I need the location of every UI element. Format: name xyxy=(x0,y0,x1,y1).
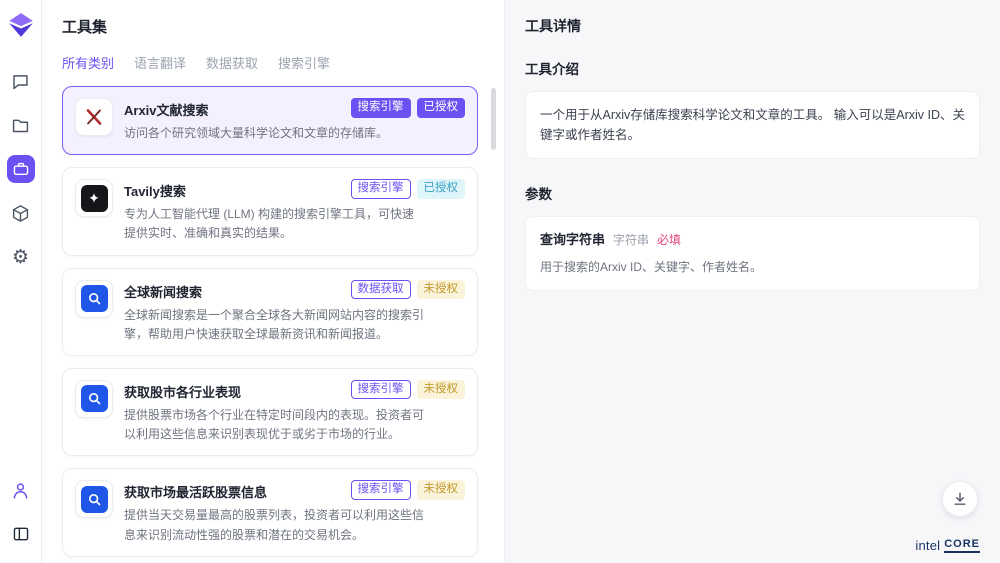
category-badge: 数据获取 xyxy=(351,280,411,300)
tool-name: 获取股市各行业表现 xyxy=(124,380,241,401)
brand-primary: intel xyxy=(915,538,940,553)
auth-status-badge: 已授权 xyxy=(417,98,466,118)
tool-card-arxiv[interactable]: Arxiv文献搜索 搜索引擎 已授权 访问各个研究领域大量科学论文和文章的存储库… xyxy=(62,86,478,155)
tool-name: 获取市场最活跃股票信息 xyxy=(124,480,267,501)
tab-all-categories[interactable]: 所有类别 xyxy=(62,53,114,72)
toolbox-icon[interactable] xyxy=(7,155,35,183)
cube-icon[interactable] xyxy=(7,199,35,227)
tavily-logo-icon: ✦ xyxy=(75,179,113,217)
intro-card: 一个用于从Arxiv存储库搜索科学论文和文章的工具。 输入可以是Arxiv ID… xyxy=(525,91,980,159)
detail-title: 工具详情 xyxy=(525,16,980,36)
tool-card-sector-performance[interactable]: 获取股市各行业表现 搜索引擎 未授权 提供股票市场各个行业在特定时间段内的表现。… xyxy=(62,368,478,456)
auth-status-badge: 未授权 xyxy=(417,280,466,300)
param-required-flag: 必填 xyxy=(657,231,681,250)
intro-heading: 工具介绍 xyxy=(525,58,980,78)
tool-description: 访问各个研究领域大量科学论文和文章的存储库。 xyxy=(124,124,424,143)
tool-card-tavily[interactable]: ✦ Tavily搜索 搜索引擎 已授权 专为人工智能代理 (LLM) 构建的搜索… xyxy=(62,167,478,255)
tool-detail-panel: 工具详情 工具介绍 一个用于从Arxiv存储库搜索科学论文和文章的工具。 输入可… xyxy=(505,0,1000,563)
tool-description: 全球新闻搜索是一个聚合全球各大新闻网站内容的搜索引擎，帮助用户快速获取全球最新资… xyxy=(124,306,424,344)
tool-name: 全球新闻搜索 xyxy=(124,280,202,301)
folder-icon[interactable] xyxy=(7,111,35,139)
auth-status-badge: 未授权 xyxy=(417,480,466,500)
download-button[interactable] xyxy=(942,481,978,517)
news-provider-logo-icon xyxy=(75,280,113,318)
param-card: 查询字符串 字符串 必填 用于搜索的Arxiv ID、关键字、作者姓名。 xyxy=(525,216,980,291)
tool-description: 提供股票市场各个行业在特定时间段内的表现。投资者可以利用这些信息来识别表现优于或… xyxy=(124,406,424,444)
category-badge: 搜索引擎 xyxy=(351,480,411,500)
tab-search-engine[interactable]: 搜索引擎 xyxy=(278,53,330,72)
param-type: 字符串 xyxy=(613,231,649,250)
auth-status-badge: 已授权 xyxy=(417,179,466,199)
intro-text: 一个用于从Arxiv存储库搜索科学论文和文章的工具。 输入可以是Arxiv ID… xyxy=(540,108,965,142)
list-scrollbar-thumb[interactable] xyxy=(491,88,496,150)
tool-list: Arxiv文献搜索 搜索引擎 已授权 访问各个研究领域大量科学论文和文章的存储库… xyxy=(62,86,478,563)
tab-translation[interactable]: 语言翻译 xyxy=(134,53,186,72)
user-profile-icon[interactable] xyxy=(7,476,35,504)
app-logo-icon xyxy=(8,12,34,38)
param-description: 用于搜索的Arxiv ID、关键字、作者姓名。 xyxy=(540,258,965,277)
params-heading: 参数 xyxy=(525,183,980,203)
category-badge: 搜索引擎 xyxy=(351,98,411,118)
tool-description: 专为人工智能代理 (LLM) 构建的搜索引擎工具，可快速提供实时、准确和真实的结… xyxy=(124,205,424,243)
tool-name: Tavily搜索 xyxy=(124,179,186,200)
category-tabs: 所有类别 语言翻译 数据获取 搜索引擎 xyxy=(62,53,478,72)
param-name: 查询字符串 xyxy=(540,230,605,251)
finance-provider-logo-icon xyxy=(75,380,113,418)
arxiv-logo-icon xyxy=(75,98,113,136)
tool-name: Arxiv文献搜索 xyxy=(124,98,209,119)
page-title: 工具集 xyxy=(62,16,478,37)
auth-status-badge: 未授权 xyxy=(417,380,466,400)
tab-data-fetch[interactable]: 数据获取 xyxy=(206,53,258,72)
collapse-panel-icon[interactable] xyxy=(7,520,35,548)
category-badge: 搜索引擎 xyxy=(351,179,411,199)
tool-description: 提供当天交易量最高的股票列表，投资者可以利用这些信息来识别流动性强的股票和潜在的… xyxy=(124,506,424,544)
finance-provider-logo-icon xyxy=(75,480,113,518)
left-rail: ⚙ xyxy=(0,0,42,563)
chat-icon[interactable] xyxy=(7,67,35,95)
intel-core-logo: intel CORE xyxy=(915,538,980,553)
tool-card-active-stocks[interactable]: 获取市场最活跃股票信息 搜索引擎 未授权 提供当天交易量最高的股票列表，投资者可… xyxy=(62,468,478,556)
tool-card-global-news[interactable]: 全球新闻搜索 数据获取 未授权 全球新闻搜索是一个聚合全球各大新闻网站内容的搜索… xyxy=(62,268,478,356)
category-badge: 搜索引擎 xyxy=(351,380,411,400)
settings-gear-icon[interactable]: ⚙ xyxy=(7,243,35,271)
brand-secondary: CORE xyxy=(944,538,980,553)
tool-list-panel: 工具集 所有类别 语言翻译 数据获取 搜索引擎 Arxiv文献搜索 搜索引擎 已… xyxy=(42,0,505,563)
